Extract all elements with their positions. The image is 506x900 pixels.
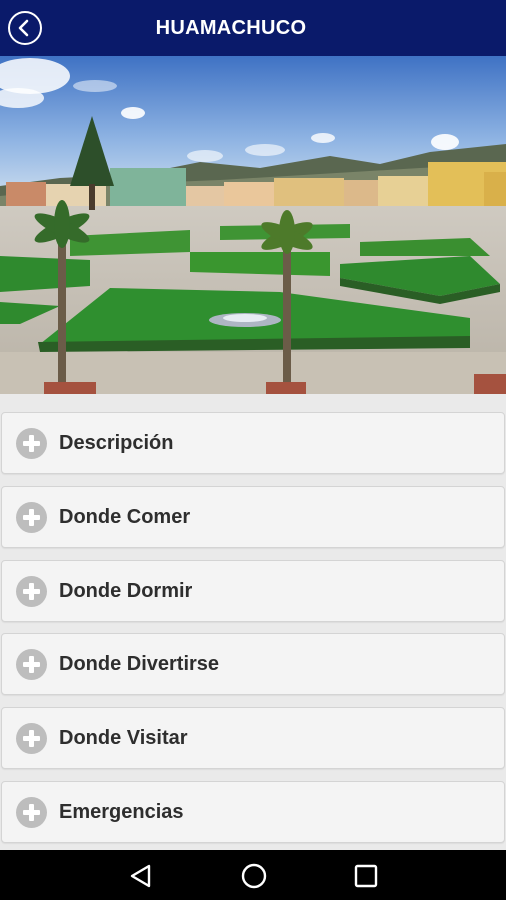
home-circle-icon: [241, 863, 267, 889]
plus-circle-icon: [16, 501, 47, 533]
menu-item-donde-divertirse[interactable]: Donde Divertirse: [1, 633, 505, 695]
plus-circle-icon: [16, 722, 47, 754]
menu-item-label: Emergencias: [59, 800, 184, 823]
nav-back-button[interactable]: [127, 862, 155, 890]
page-title: HUAMACHUCO: [155, 16, 307, 39]
menu-item-label: Donde Comer: [59, 505, 191, 528]
plus-circle-icon: [16, 575, 47, 607]
system-nav-bar: [0, 850, 506, 900]
back-arrow-icon: [18, 19, 29, 37]
menu-item-label: Donde Dormir: [59, 579, 193, 602]
plus-circle-icon: [16, 796, 47, 828]
recents-square-icon: [354, 864, 378, 888]
menu-item-donde-comer[interactable]: Donde Comer: [1, 486, 505, 548]
hero-image: [0, 56, 506, 394]
menu-item-emergencias[interactable]: Emergencias: [1, 781, 505, 843]
menu-item-donde-dormir[interactable]: Donde Dormir: [1, 560, 505, 622]
menu-item-label: Donde Divertirse: [59, 652, 220, 675]
menu-item-label: Donde Visitar: [59, 726, 188, 749]
back-triangle-icon: [130, 864, 151, 888]
menu-list: Descripción Donde Comer Donde Dormir Don…: [0, 394, 506, 850]
plus-circle-icon: [16, 427, 47, 459]
nav-home-button[interactable]: [240, 862, 268, 890]
app-bar: HUAMACHUCO: [0, 0, 506, 56]
nav-recents-button[interactable]: [352, 862, 380, 890]
menu-item-descripcion[interactable]: Descripción: [1, 412, 505, 474]
back-button[interactable]: [8, 11, 42, 45]
plus-circle-icon: [16, 648, 47, 680]
menu-item-label: Descripción: [59, 431, 174, 454]
menu-item-donde-visitar[interactable]: Donde Visitar: [1, 707, 505, 769]
